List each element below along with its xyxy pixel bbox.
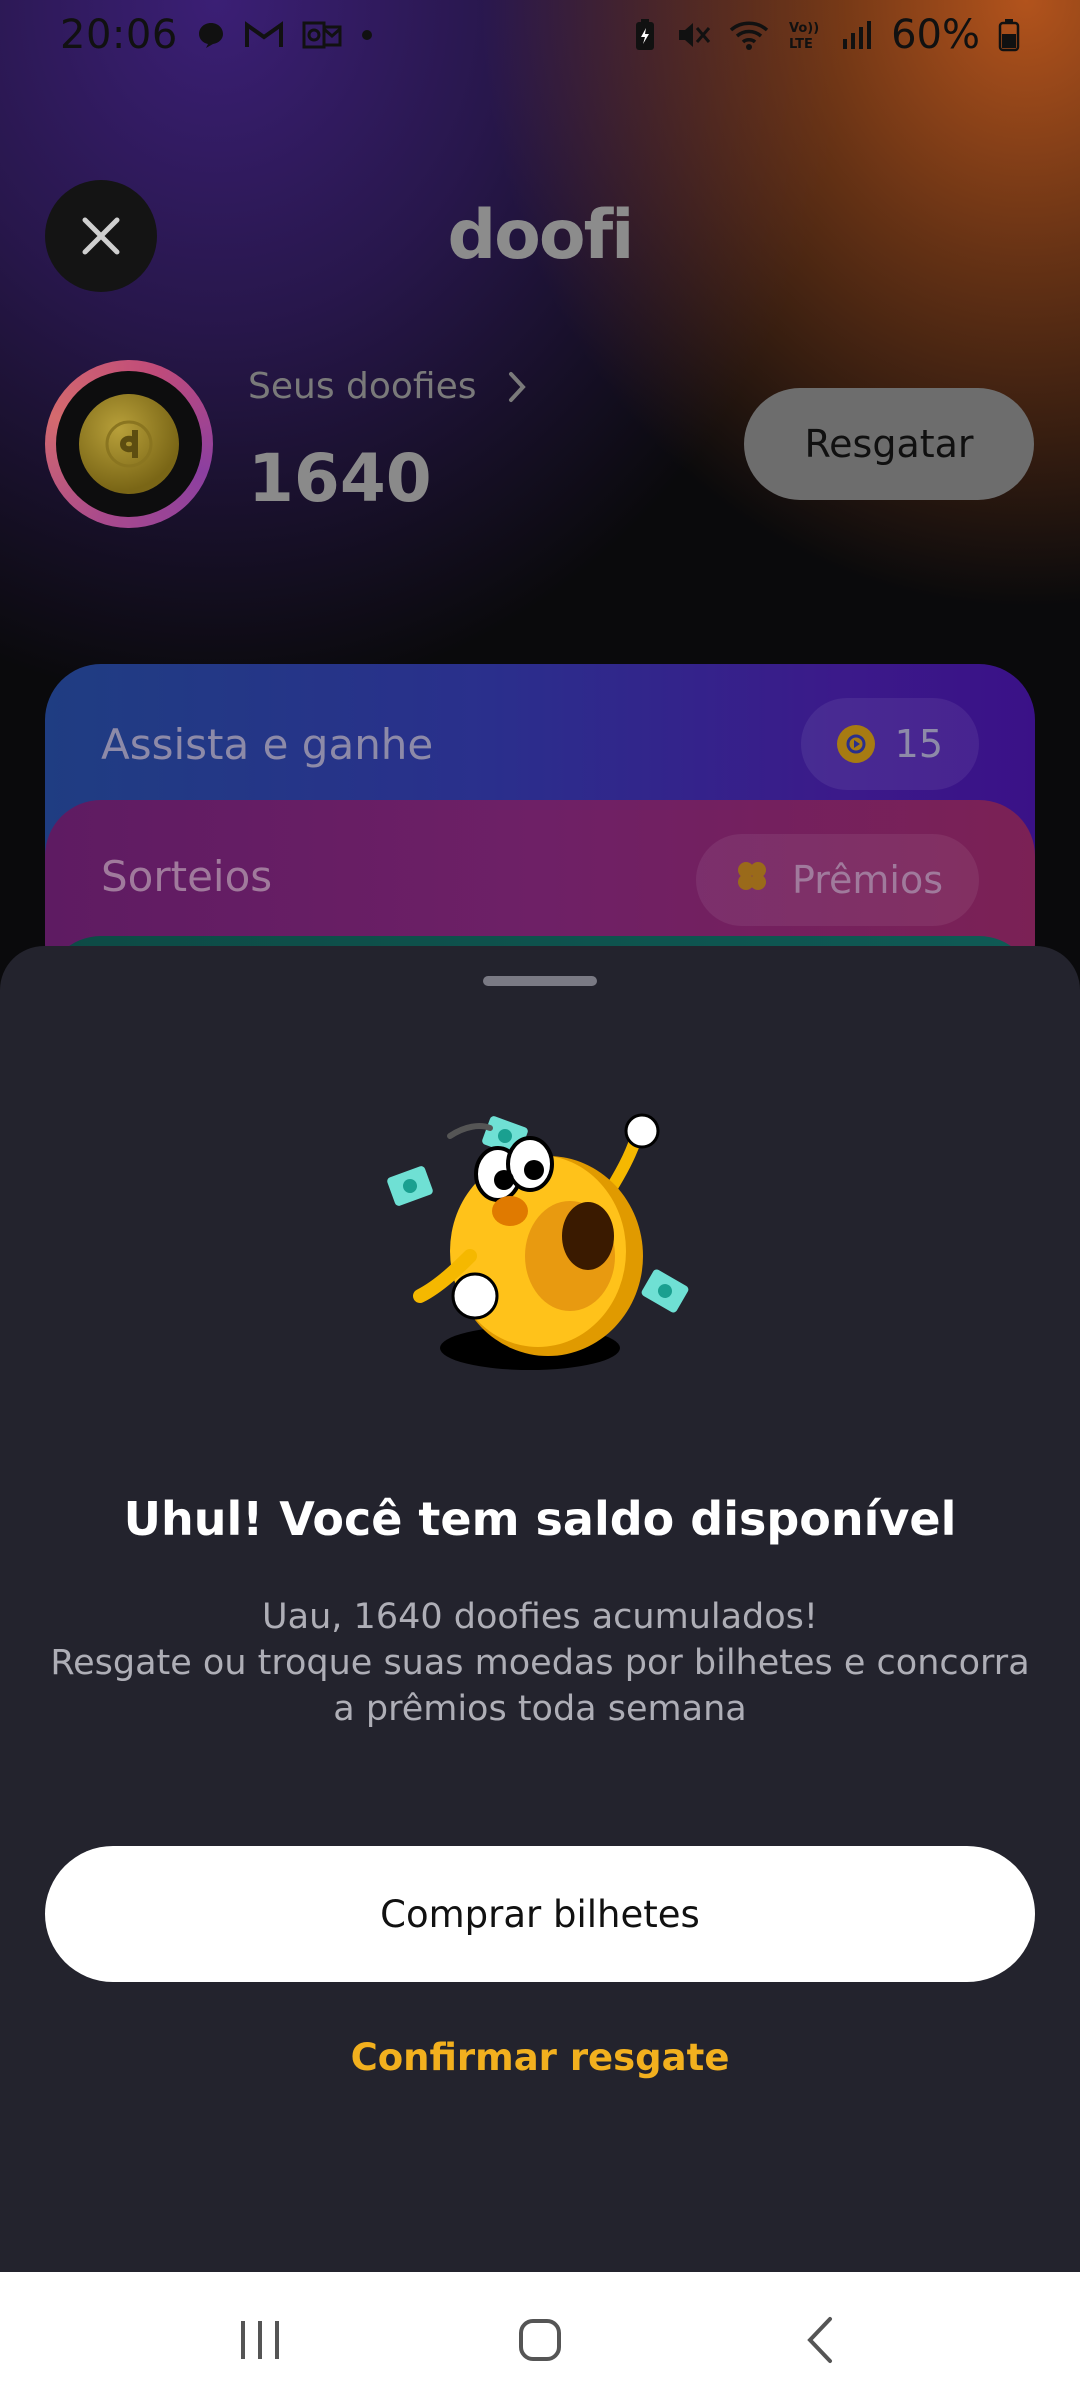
chevron-right-icon <box>508 371 526 402</box>
back-button[interactable] <box>760 2290 880 2390</box>
wifi-icon <box>729 19 769 51</box>
buy-tickets-button[interactable]: Comprar bilhetes <box>45 1846 1035 1982</box>
home-button[interactable] <box>480 2290 600 2390</box>
coin-avatar-inner <box>56 371 202 517</box>
gmail-icon <box>244 20 284 50</box>
status-left: 20:06 <box>60 12 374 58</box>
chat-bubble-icon <box>196 20 226 50</box>
bottom-sheet: Uhul! Você tem saldo disponível Uau, 164… <box>0 946 1080 2272</box>
raffle-card-title: Sorteios <box>101 852 273 901</box>
volte-icon: Vo)) LTE <box>787 18 823 52</box>
app-logo: doofi <box>447 196 634 275</box>
recent-apps-icon <box>241 2321 279 2359</box>
sheet-title: Uhul! Você tem saldo disponível <box>123 1492 957 1546</box>
battery-saver-icon <box>633 18 657 52</box>
redeem-button[interactable]: Resgatar <box>744 388 1034 500</box>
coin-icon <box>79 394 179 494</box>
svg-text:LTE: LTE <box>789 37 813 52</box>
sheet-description-line-2: Resgate ou troque suas moedas por bilhet… <box>50 1643 1030 1683</box>
back-icon <box>807 2317 832 2363</box>
status-bar: 20:06 Vo)) LTE 60% <box>0 0 1080 70</box>
home-icon <box>519 2319 561 2361</box>
sheet-description-line-1: Uau, 1640 doofies acumulados! <box>262 1597 818 1637</box>
balance-value: 1640 <box>248 440 432 517</box>
battery-icon <box>998 18 1020 52</box>
system-nav-bar <box>0 2272 1080 2408</box>
screen: 20:06 Vo)) LTE 60% doofi Seus doofies 16… <box>0 0 1080 2408</box>
balance-label: Seus doofies <box>248 366 477 407</box>
prizes-chip[interactable]: Prêmios <box>695 834 979 926</box>
signal-icon <box>841 19 873 51</box>
watch-reward-value: 15 <box>894 722 943 766</box>
prizes-chip-label: Prêmios <box>791 858 943 902</box>
dot-icon <box>360 28 374 42</box>
status-right: Vo)) LTE 60% <box>633 12 1020 58</box>
watch-card-title: Assista e ganhe <box>101 720 434 769</box>
sheet-description-line-3: a prêmios toda semana <box>333 1689 747 1729</box>
outlook-icon <box>302 19 342 51</box>
recent-apps-button[interactable] <box>200 2290 320 2390</box>
status-time: 20:06 <box>60 12 178 58</box>
clover-icon <box>732 856 772 905</box>
sheet-drag-handle[interactable] <box>483 976 597 986</box>
watch-reward-chip: 15 <box>800 698 979 790</box>
balance-link[interactable]: Seus doofies <box>248 366 527 407</box>
sheet-description: Uau, 1640 doofies acumulados! Resgate ou… <box>40 1594 1040 1732</box>
svg-text:Vo)): Vo)) <box>789 21 819 36</box>
coin-avatar <box>45 360 213 528</box>
mute-icon <box>675 18 711 52</box>
confirm-redeem-button[interactable]: Confirmar resgate <box>0 2012 1080 2102</box>
coin-small-icon <box>836 725 875 763</box>
battery-percentage: 60% <box>891 12 980 58</box>
coin-mascot-illustration <box>387 1113 689 1370</box>
